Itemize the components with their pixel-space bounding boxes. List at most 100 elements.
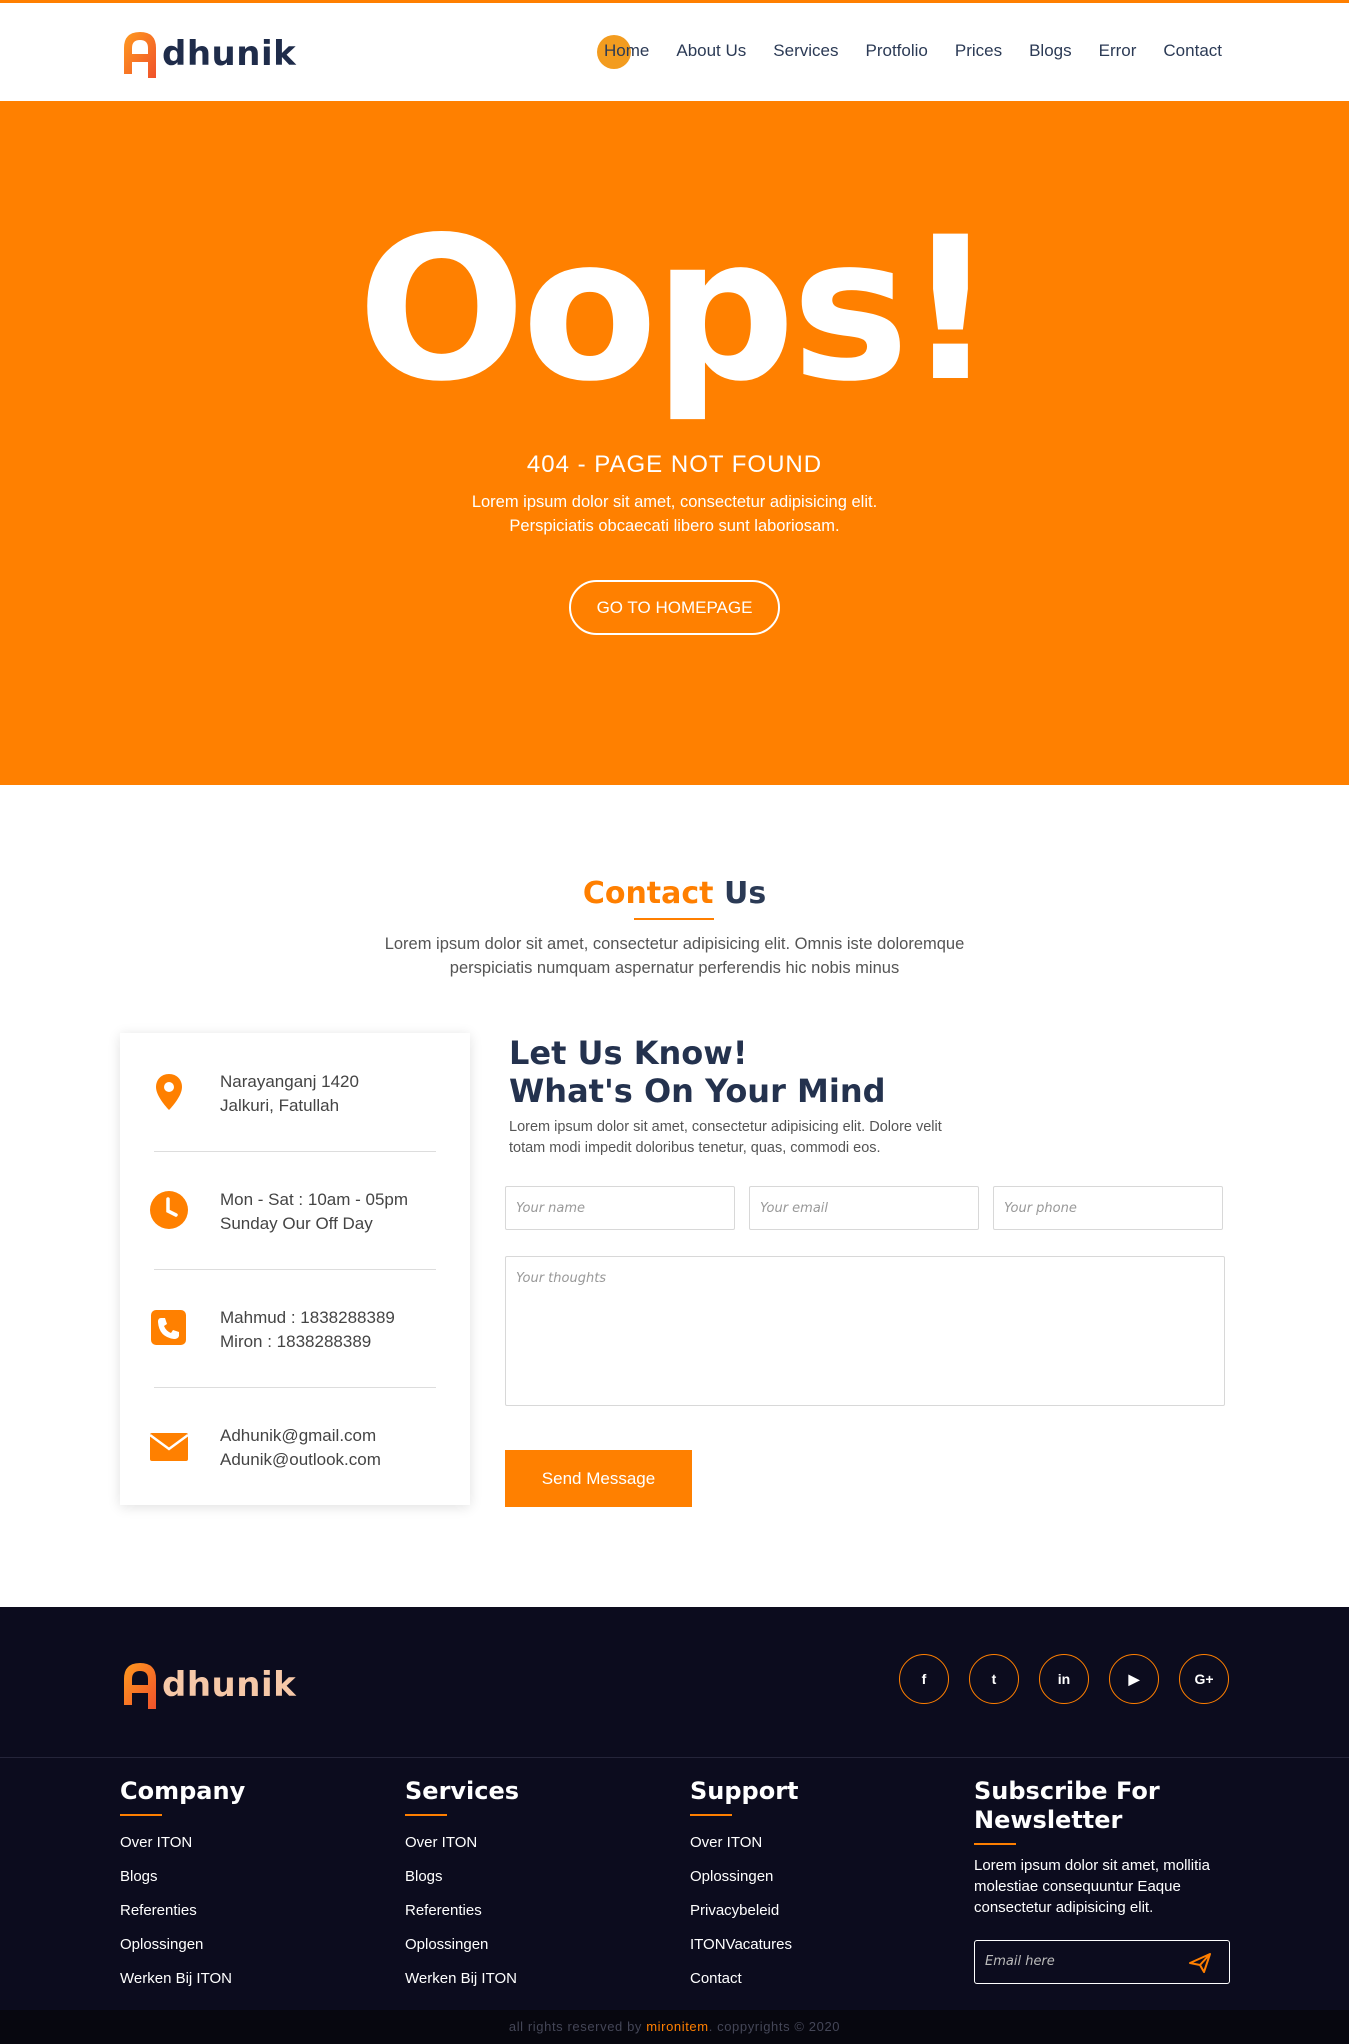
form-title: Let Us Know! What's On Your Mind bbox=[509, 1034, 886, 1110]
logo-text: dhunik bbox=[162, 1665, 297, 1705]
footer-col-title: Services bbox=[405, 1777, 520, 1805]
title-accent: Contact bbox=[582, 876, 714, 911]
footer-link[interactable]: Over ITON bbox=[690, 1826, 799, 1860]
address-text: Narayanganj 1420 Jalkuri, Fatullah bbox=[220, 1070, 359, 1118]
footer-link[interactable]: Privacybeleid bbox=[690, 1894, 799, 1928]
error-code: 404 - PAGE NOT FOUND bbox=[526, 451, 823, 478]
copyright-text: . coppyrights © 2020 bbox=[708, 2019, 841, 2034]
nav-prices[interactable]: Prices bbox=[955, 41, 1002, 61]
newsletter-title: Subscribe For Newsletter bbox=[974, 1777, 1234, 1835]
footer-link[interactable]: ITONVacatures bbox=[690, 1928, 799, 1962]
footer-link[interactable]: Werken Bij ITON bbox=[120, 1962, 245, 1996]
footer-col-title: Company bbox=[120, 1777, 246, 1805]
main-nav: Home About Us Services Protfolio Prices … bbox=[577, 35, 1222, 69]
footer-link[interactable]: Oplossingen bbox=[690, 1860, 799, 1894]
form-title-line: Let Us Know! bbox=[509, 1034, 748, 1072]
site-footer: dhunik f t in ▶ G+ Company Over ITON Blo… bbox=[0, 1607, 1349, 2044]
nav-error[interactable]: Error bbox=[1099, 41, 1137, 61]
footer-col-newsletter: Subscribe For Newsletter Lorem ipsum dol… bbox=[974, 1777, 1234, 1984]
footer-link[interactable]: Contact bbox=[690, 1962, 799, 1996]
footer-link[interactable]: Blogs bbox=[405, 1860, 519, 1894]
send-paper-plane-icon[interactable] bbox=[1189, 1953, 1211, 1973]
email-text: Adhunik@gmail.com Adunik@outlook.com bbox=[220, 1424, 381, 1472]
title-underline bbox=[120, 1814, 162, 1816]
info-line: Adhunik@gmail.com bbox=[220, 1426, 377, 1445]
footer-link[interactable]: Referenties bbox=[405, 1894, 519, 1928]
envelope-icon bbox=[147, 1424, 191, 1468]
title-underline bbox=[634, 918, 714, 920]
footer-link[interactable]: Referenties bbox=[120, 1894, 245, 1928]
twitter-icon[interactable]: t bbox=[969, 1654, 1019, 1704]
youtube-icon[interactable]: ▶ bbox=[1109, 1654, 1159, 1704]
site-logo[interactable]: dhunik bbox=[120, 25, 296, 83]
title-underline bbox=[690, 1814, 732, 1816]
copyright-bar: all rights reserved by mironitem. coppyr… bbox=[0, 2010, 1349, 2044]
info-line: Mahmud : 1838288389 bbox=[220, 1308, 395, 1327]
phone-icon bbox=[147, 1306, 191, 1350]
phone-field[interactable]: Your phone bbox=[993, 1186, 1223, 1230]
email-field[interactable]: Your email bbox=[749, 1186, 979, 1230]
nav-contact[interactable]: Contact bbox=[1163, 41, 1222, 61]
logo-mark-icon bbox=[120, 26, 160, 82]
error-desc-line: Lorem ipsum dolor sit amet, consectetur … bbox=[471, 493, 878, 511]
contact-description: Lorem ipsum dolor sit amet, consectetur … bbox=[0, 932, 1349, 980]
error-hero: Oops! 404 - PAGE NOT FOUND Lorem ipsum d… bbox=[0, 101, 1349, 785]
footer-link[interactable]: Oplossingen bbox=[120, 1928, 245, 1962]
newsletter-title-line: Subscribe For bbox=[974, 1777, 1160, 1805]
footer-link[interactable]: Oplossingen bbox=[405, 1928, 519, 1962]
footer-link[interactable]: Blogs bbox=[120, 1860, 245, 1894]
logo-text: dhunik bbox=[162, 34, 297, 74]
footer-link[interactable]: Over ITON bbox=[120, 1826, 245, 1860]
footer-divider bbox=[0, 1757, 1349, 1758]
newsletter-title-line: Newsletter bbox=[974, 1806, 1123, 1834]
hours-text: Mon - Sat : 10am - 05pm Sunday Our Off D… bbox=[220, 1188, 408, 1236]
nav-services[interactable]: Services bbox=[773, 41, 838, 61]
error-desc-line: Perspiciatis obcaecati libero sunt labor… bbox=[509, 517, 840, 535]
error-description: Lorem ipsum dolor sit amet, consectetur … bbox=[0, 490, 1349, 538]
name-field[interactable]: Your name bbox=[505, 1186, 735, 1230]
info-line: Miron : 1838288389 bbox=[220, 1332, 372, 1351]
form-desc-line: Lorem ipsum dolor sit amet, consectetur … bbox=[509, 1119, 942, 1135]
info-line: Jalkuri, Fatullah bbox=[220, 1096, 340, 1115]
title-rest: Us bbox=[723, 876, 767, 911]
facebook-icon[interactable]: f bbox=[899, 1654, 949, 1704]
footer-col-title: Support bbox=[690, 1777, 799, 1805]
contact-desc-line: perspiciatis numquam aspernatur perferen… bbox=[449, 959, 900, 977]
info-line: Mon - Sat : 10am - 05pm bbox=[220, 1190, 409, 1209]
email-row: Adhunik@gmail.com Adunik@outlook.com bbox=[120, 1387, 470, 1505]
message-field[interactable]: Your thoughts bbox=[505, 1256, 1225, 1406]
nav-about[interactable]: About Us bbox=[676, 41, 746, 61]
newsletter-placeholder: Email here bbox=[985, 1954, 1055, 1969]
contact-info-card: Narayanganj 1420 Jalkuri, Fatullah Mon -… bbox=[120, 1033, 470, 1505]
nav-portfolio[interactable]: Protfolio bbox=[865, 41, 927, 61]
footer-logo[interactable]: dhunik bbox=[120, 1657, 296, 1713]
contact-section-title: Contact Us bbox=[0, 876, 1349, 911]
go-homepage-button[interactable]: GO TO HOMEPAGE bbox=[569, 580, 780, 635]
title-underline bbox=[974, 1843, 1016, 1845]
newsletter-email-input[interactable]: Email here bbox=[974, 1940, 1230, 1984]
info-line: Adunik@outlook.com bbox=[220, 1450, 381, 1469]
linkedin-icon[interactable]: in bbox=[1039, 1654, 1089, 1704]
site-header: dhunik Home About Us Services Protfolio … bbox=[0, 0, 1349, 101]
footer-link[interactable]: Werken Bij ITON bbox=[405, 1962, 519, 1996]
footer-link[interactable]: Over ITON bbox=[405, 1826, 519, 1860]
info-line: Narayanganj 1420 bbox=[220, 1072, 359, 1091]
newsletter-description: Lorem ipsum dolor sit amet, mollitia mol… bbox=[974, 1857, 1210, 1916]
address-row: Narayanganj 1420 Jalkuri, Fatullah bbox=[120, 1033, 470, 1151]
copyright-text: all rights reserved by bbox=[508, 2019, 642, 2034]
title-underline bbox=[405, 1814, 447, 1816]
social-links: f t in ▶ G+ bbox=[899, 1654, 1229, 1704]
send-message-button[interactable]: Send Message bbox=[505, 1450, 692, 1507]
footer-col-company: Company Over ITON Blogs Referenties Oplo… bbox=[120, 1777, 245, 1996]
nav-home[interactable]: Home bbox=[596, 35, 649, 69]
logo-mark-icon bbox=[120, 1657, 160, 1713]
map-pin-icon bbox=[147, 1070, 191, 1114]
phone-row: Mahmud : 1838288389 Miron : 1838288389 bbox=[120, 1269, 470, 1387]
nav-blogs[interactable]: Blogs bbox=[1029, 41, 1072, 61]
google-plus-icon[interactable]: G+ bbox=[1179, 1654, 1229, 1704]
contact-desc-line: Lorem ipsum dolor sit amet, consectetur … bbox=[384, 935, 965, 953]
copyright-brand-link[interactable]: mironitem bbox=[646, 2019, 708, 2034]
clock-icon bbox=[147, 1188, 191, 1232]
phone-text: Mahmud : 1838288389 Miron : 1838288389 bbox=[220, 1306, 395, 1354]
hours-row: Mon - Sat : 10am - 05pm Sunday Our Off D… bbox=[120, 1151, 470, 1269]
